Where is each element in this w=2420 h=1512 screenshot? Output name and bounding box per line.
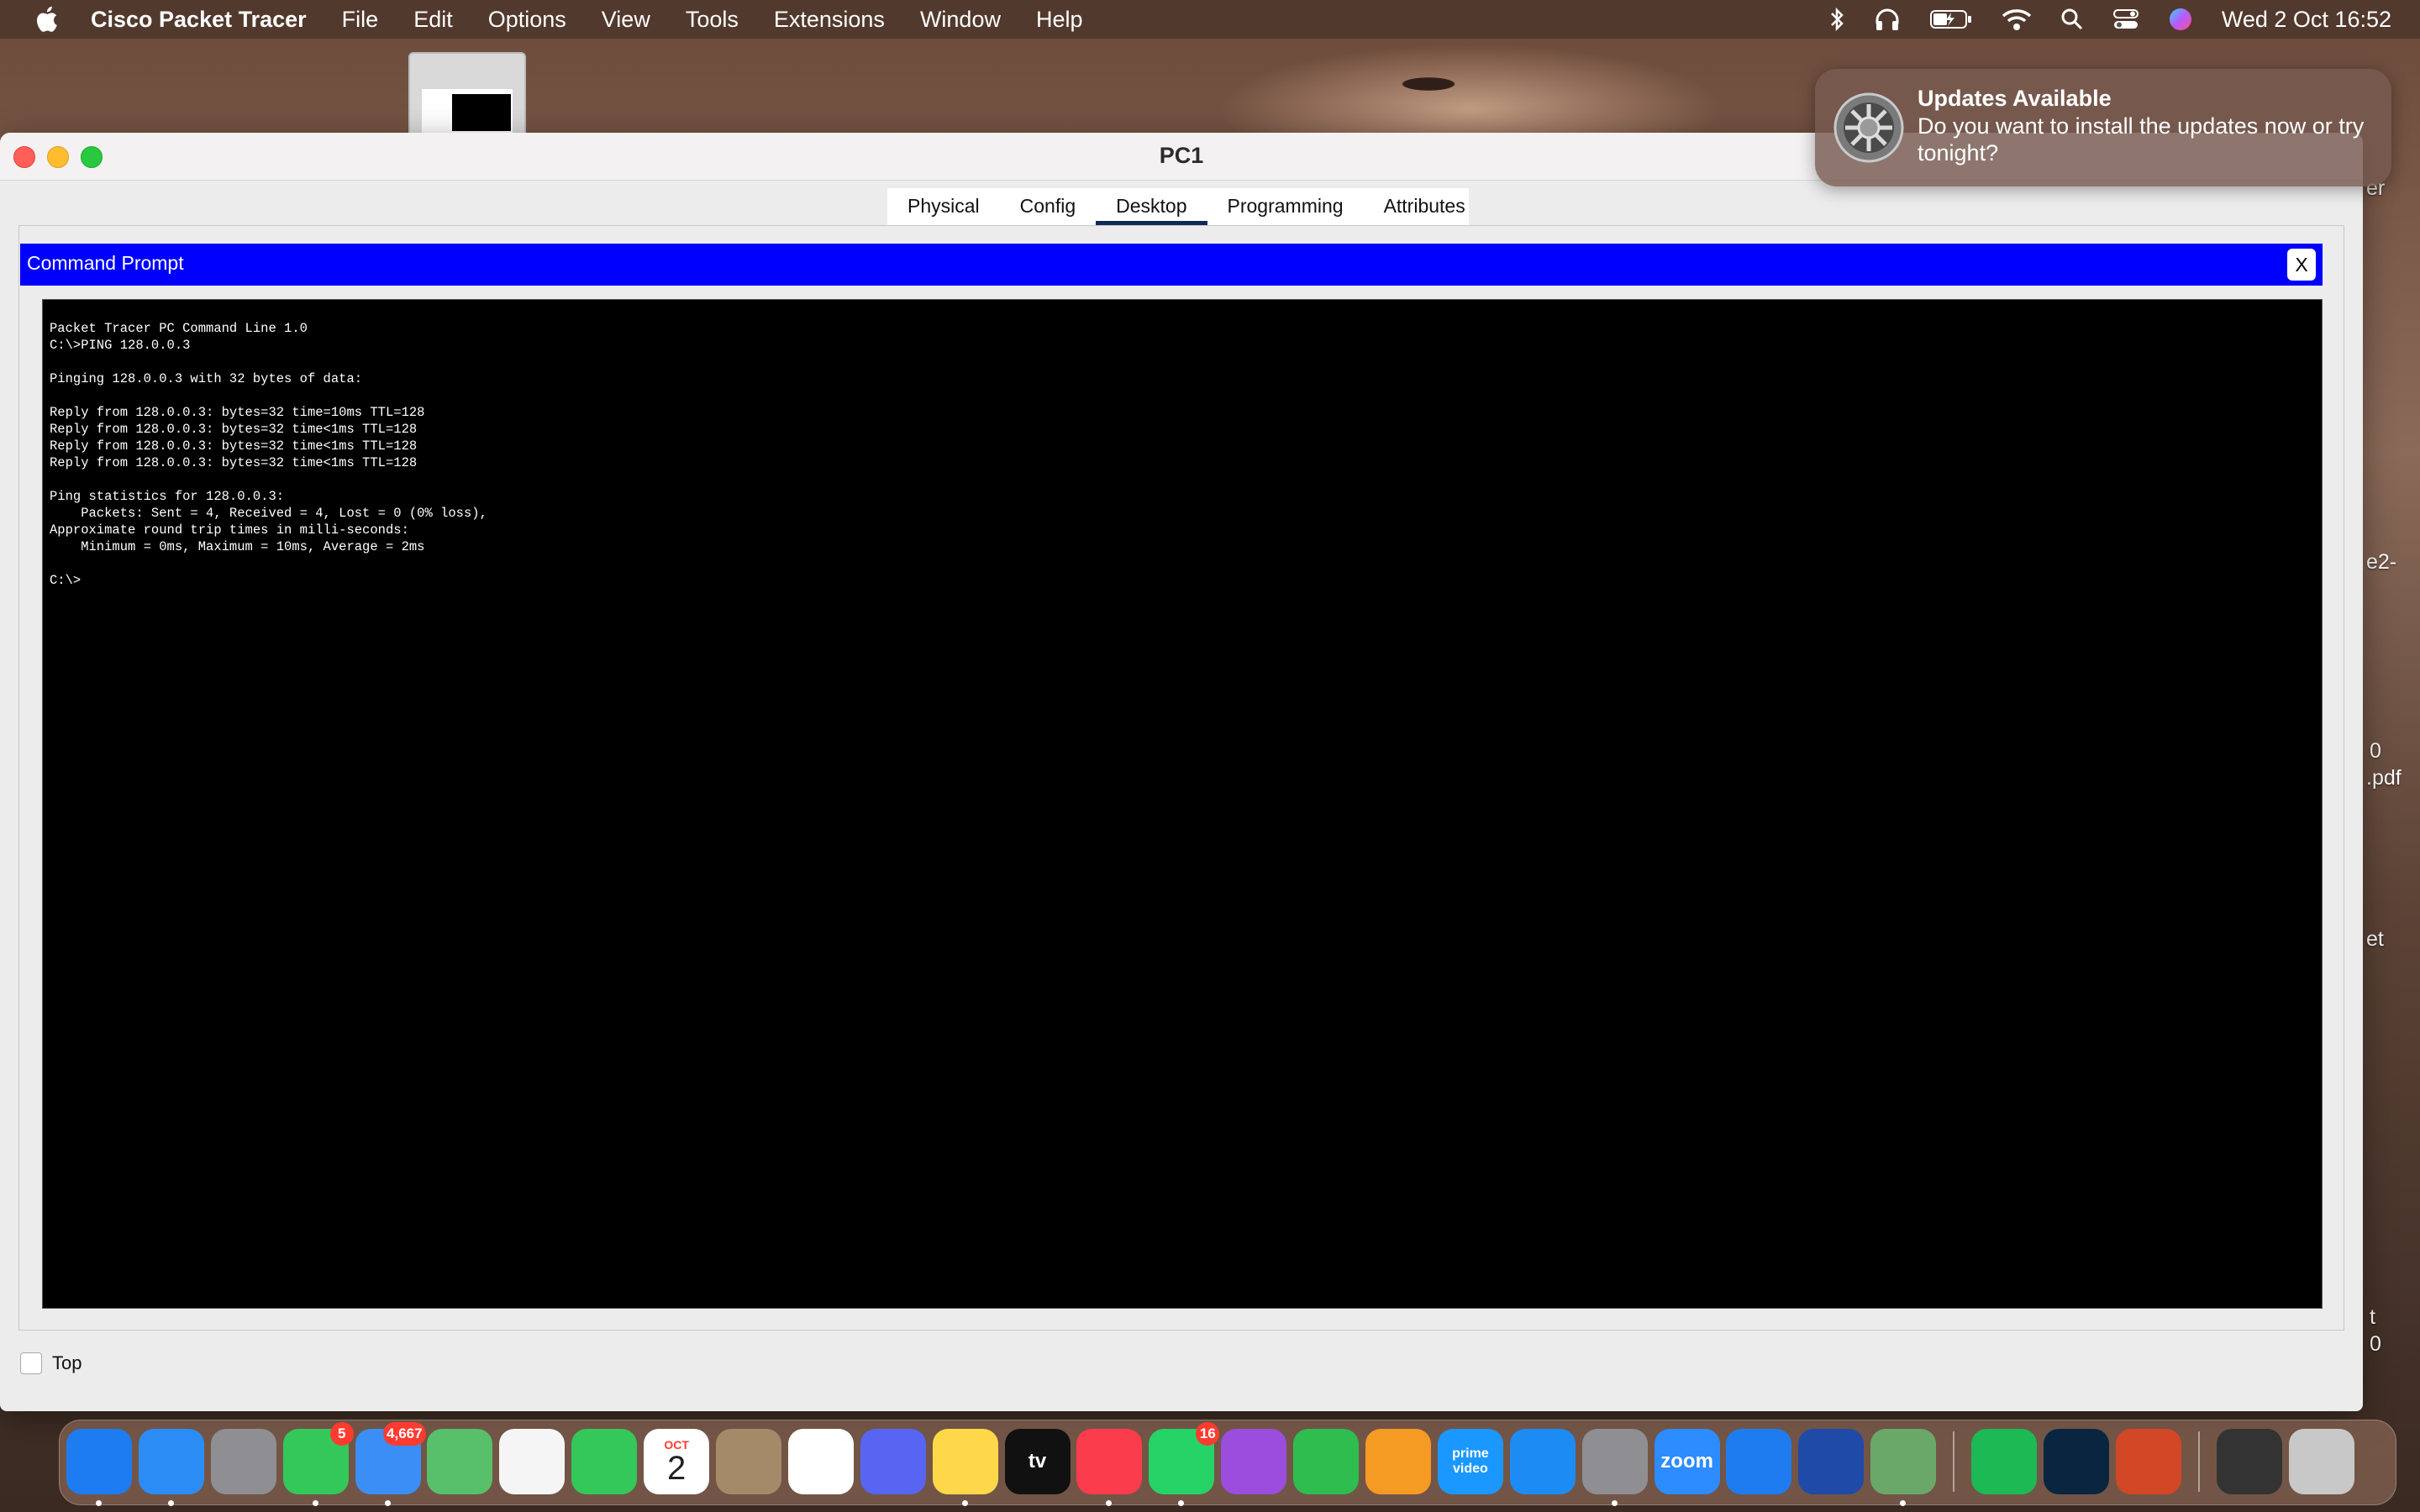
prime-video-icon[interactable]: prime video <box>1437 1429 1503 1494</box>
desktop-file-label[interactable]: 0 <box>2370 739 2381 764</box>
menu-file[interactable]: File <box>342 7 379 33</box>
notes-icon[interactable] <box>932 1429 998 1506</box>
system-settings-icon[interactable] <box>1581 1429 1648 1506</box>
app-name-menu[interactable]: Cisco Packet Tracer <box>91 7 307 33</box>
notification-badge: 5 <box>329 1422 354 1446</box>
command-prompt-terminal[interactable]: Packet Tracer PC Command Line 1.0 C:\>PI… <box>42 299 2323 1309</box>
dock-apps: 5 4,667 OCT 2 tv 16 prime video zoom <box>66 1422 2354 1506</box>
webex-icon[interactable] <box>2043 1429 2109 1494</box>
powerpoint-icon[interactable] <box>2115 1429 2181 1494</box>
headphones-icon[interactable] <box>1874 7 1901 32</box>
battery-icon[interactable] <box>1929 8 1973 30</box>
desktop-file-label[interactable]: .pdf <box>2366 766 2402 790</box>
updates-notification[interactable]: Updates Available Do you want to install… <box>1815 69 2391 186</box>
photos-icon[interactable] <box>499 1429 566 1494</box>
running-indicator <box>961 1500 968 1506</box>
desktop-file-label[interactable]: t <box>2370 1305 2375 1330</box>
running-indicator <box>1611 1500 1618 1506</box>
tab-desktop[interactable]: Desktop <box>1096 188 1207 225</box>
top-checkbox[interactable] <box>20 1352 42 1374</box>
downloads-stack-icon[interactable] <box>2216 1429 2282 1494</box>
menu-bar: Cisco Packet Tracer File Edit Options Vi… <box>0 0 2420 39</box>
dock-icon-text: prime video <box>1452 1446 1489 1476</box>
launchpad-icon[interactable] <box>210 1429 276 1494</box>
dock: 5 4,667 OCT 2 tv 16 prime video zoom <box>59 1420 2396 1506</box>
running-indicator <box>312 1500 318 1506</box>
appletv-icon[interactable]: tv <box>1004 1429 1071 1494</box>
apple-menu-icon[interactable] <box>34 5 59 34</box>
pages-icon[interactable] <box>1365 1429 1432 1494</box>
dock-separator <box>2197 1431 2200 1492</box>
pc1-window: PC1 Physical Config Desktop Programming … <box>0 133 2363 1411</box>
menu-extensions[interactable]: Extensions <box>774 7 885 33</box>
bluetooth-icon[interactable] <box>1828 7 1845 32</box>
menu-window[interactable]: Window <box>920 7 1001 33</box>
facetime-icon[interactable] <box>571 1429 638 1494</box>
calendar-icon[interactable]: OCT 2 <box>644 1429 710 1494</box>
spotify-icon[interactable] <box>1971 1429 2038 1494</box>
preview-icon[interactable] <box>1870 1429 1937 1506</box>
notification-badge: 16 <box>1196 1422 1220 1446</box>
discord-icon[interactable] <box>860 1429 926 1494</box>
dock-separator <box>1953 1431 1955 1492</box>
tab-physical[interactable]: Physical <box>887 188 1000 225</box>
music-icon[interactable] <box>1076 1429 1143 1506</box>
contacts-icon[interactable] <box>716 1429 782 1494</box>
desktop-file-label[interactable]: e2- <box>2366 550 2396 575</box>
tab-config[interactable]: Config <box>1000 188 1096 225</box>
menu-view[interactable]: View <box>602 7 650 33</box>
finder-icon[interactable] <box>66 1429 132 1506</box>
running-indicator <box>384 1500 391 1506</box>
menu-help[interactable]: Help <box>1036 7 1083 33</box>
command-prompt-close-button[interactable]: X <box>2287 249 2316 281</box>
reminders-icon[interactable] <box>787 1429 854 1494</box>
whatsapp-icon[interactable]: 16 <box>1149 1422 1220 1506</box>
safari-icon[interactable] <box>138 1429 204 1506</box>
menubar-clock[interactable]: Wed 2 Oct 16:52 <box>2222 7 2391 33</box>
terminal-output: Packet Tracer PC Command Line 1.0 C:\>PI… <box>50 321 487 588</box>
control-center-icon[interactable] <box>2112 8 2139 31</box>
device-tabs: Physical Config Desktop Programming Attr… <box>887 188 1469 225</box>
podcasts-icon[interactable] <box>1221 1429 1287 1494</box>
notification-badge: 4,667 <box>383 1422 426 1446</box>
menu-edit[interactable]: Edit <box>413 7 453 33</box>
messages-icon[interactable]: 5 <box>282 1422 354 1506</box>
packet-tracer-icon[interactable] <box>1798 1429 1865 1494</box>
app-store-icon[interactable] <box>1509 1429 1576 1494</box>
mail-icon[interactable]: 4,667 <box>355 1422 426 1506</box>
numbers-icon[interactable] <box>1293 1429 1360 1494</box>
menu-tools[interactable]: Tools <box>686 7 739 33</box>
maps-icon[interactable] <box>427 1429 493 1494</box>
running-indicator <box>1106 1500 1113 1506</box>
desktop-file-label[interactable]: 0 <box>2370 1332 2381 1357</box>
siri-icon[interactable] <box>2168 7 2193 32</box>
command-prompt-header: Command Prompt X <box>20 244 2323 286</box>
thumbnail-content <box>422 89 513 133</box>
dock-icon-text: tv <box>1028 1450 1047 1473</box>
system-settings-gear-icon <box>1833 92 1904 163</box>
notification-title: Updates Available <box>1918 86 2112 111</box>
thumbnail-terminal <box>452 94 511 131</box>
keynote-icon[interactable] <box>1726 1429 1792 1494</box>
running-indicator <box>1900 1500 1907 1506</box>
tab-programming[interactable]: Programming <box>1207 188 1364 225</box>
running-indicator <box>96 1500 102 1506</box>
top-checkbox-label: Top <box>52 1352 82 1373</box>
running-indicator <box>167 1500 174 1506</box>
running-indicator <box>1178 1500 1185 1506</box>
notification-body: Do you want to install the updates now o… <box>1918 113 2365 165</box>
desktop-file-label[interactable]: et <box>2366 927 2384 952</box>
command-prompt-title: Command Prompt <box>27 252 184 274</box>
tab-attributes[interactable]: Attributes <box>1364 188 1486 225</box>
window-thumbnail[interactable] <box>408 52 526 138</box>
status-area: Wed 2 Oct 16:52 <box>1828 0 2391 39</box>
menu-options[interactable]: Options <box>488 7 566 33</box>
zoom-icon[interactable]: zoom <box>1654 1429 1720 1494</box>
trash-icon[interactable] <box>2288 1429 2354 1494</box>
top-checkbox-row[interactable]: Top <box>20 1352 82 1374</box>
dock-icon-text: zoom <box>1660 1450 1713 1473</box>
wifi-icon[interactable] <box>2002 8 2032 31</box>
calendar-day-label: 2 <box>667 1450 687 1487</box>
spotlight-search-icon[interactable] <box>2060 8 2084 31</box>
